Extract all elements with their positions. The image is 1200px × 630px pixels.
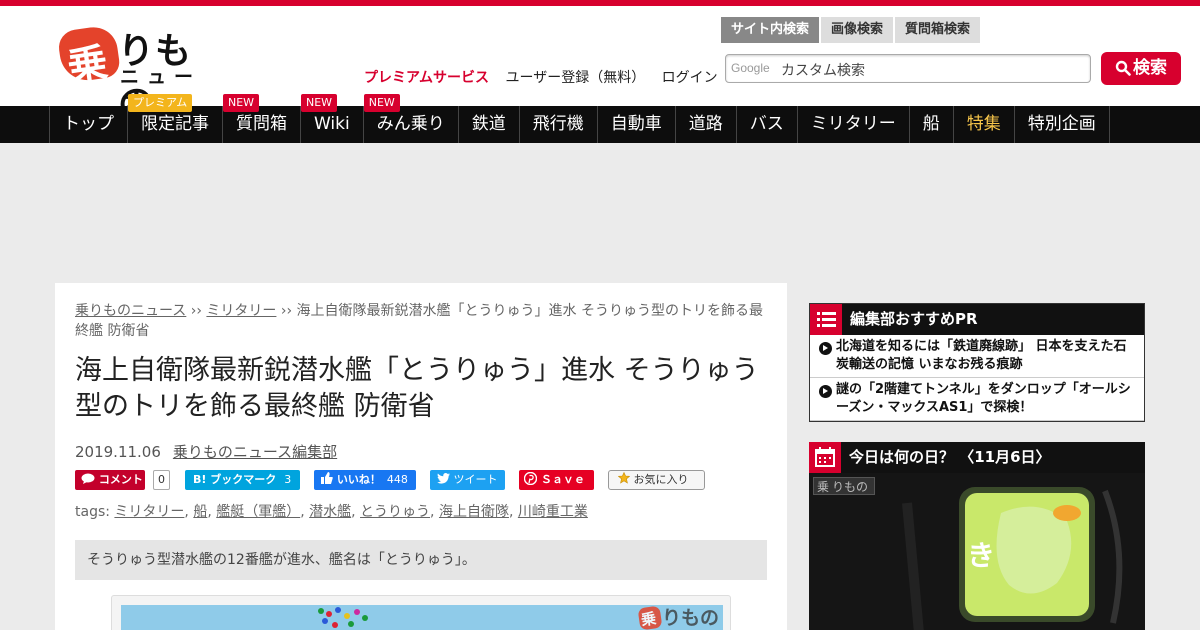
twitter-bird-icon: [437, 473, 450, 484]
header-links: プレミアムサービス ユーザー登録（無料） ログイン: [364, 67, 730, 87]
new-badge: NEW: [223, 94, 260, 112]
today-photo[interactable]: 乗りもの き: [809, 473, 1145, 630]
pinterest-icon: [523, 471, 538, 486]
search-button[interactable]: 検索: [1101, 52, 1181, 85]
nav-car[interactable]: 自動車: [598, 106, 676, 143]
nav-wiki[interactable]: NEW Wiki: [301, 94, 364, 143]
tweet-button[interactable]: ツイート: [430, 470, 505, 490]
site-header: 乗 りもの ニュース プレミアムサービス ユーザー登録（無料） ログイン サイト…: [0, 6, 1200, 124]
pr-heading: 編集部おすすめPR: [810, 304, 1144, 335]
breadcrumb-home[interactable]: 乗りものニュース: [75, 303, 186, 319]
tag-link[interactable]: 海上自衛隊: [439, 504, 509, 520]
new-badge: NEW: [301, 94, 338, 112]
train-headmark-illustration: き: [902, 487, 1123, 630]
tag-link[interactable]: 船: [193, 504, 207, 520]
tab-site-search[interactable]: サイト内検索: [721, 17, 820, 43]
favorite-button[interactable]: お気に入り: [608, 470, 705, 490]
nav-questions[interactable]: NEW 質問箱: [223, 94, 301, 143]
article-tags: tags: ミリタリー, 船, 艦艇（軍艦）, 潜水艦, とうりゅう, 海上自衛…: [75, 504, 588, 520]
premium-badge: プレミアム: [128, 94, 193, 112]
tag-link[interactable]: 潜水艦: [309, 504, 351, 520]
breadcrumb-military[interactable]: ミリタリー: [206, 303, 276, 319]
star-icon: [617, 471, 631, 484]
pinterest-save-button[interactable]: Ｓａｖｅ: [519, 470, 594, 490]
nav-road[interactable]: 道路: [676, 106, 737, 143]
nav-bus[interactable]: バス: [737, 106, 798, 143]
tag-link[interactable]: とうりゅう: [360, 504, 430, 520]
search-placeholder: カスタム検索: [781, 63, 865, 79]
tab-image-search[interactable]: 画像検索: [821, 17, 894, 43]
main-nav: トップ プレミアム 限定記事 NEW 質問箱 NEW Wiki NEW みん乗り 鉄道 …: [0, 94, 1200, 143]
nav-minnori[interactable]: NEW みん乗り: [363, 94, 459, 143]
article-date: 2019.11.06: [75, 443, 161, 461]
tab-question-search[interactable]: 質問箱検索: [895, 17, 981, 43]
arrow-right-icon: [819, 385, 832, 398]
new-badge: NEW: [363, 94, 400, 112]
pr-item[interactable]: 謎の「2階建てトンネル」をダンロップ「オールシーズン・マックスAS1」で探検！: [810, 378, 1144, 421]
pr-box: 編集部おすすめPR 北海道を知るには「鉄道廃線跡」 日本を支えた石炭輸送の記憶 …: [809, 303, 1145, 422]
search-tabs: サイト内検索 画像検索 質問箱検索: [721, 17, 982, 43]
today-box: 今日は何の日？ 〈11月6日〉 乗りもの き: [809, 442, 1145, 630]
calendar-icon: [809, 442, 841, 473]
register-link[interactable]: ユーザー登録（無料）: [505, 70, 645, 86]
pr-item[interactable]: 北海道を知るには「鉄道廃線跡」 日本を支えた石炭輸送の記憶 いまなお残る痕跡: [810, 335, 1144, 378]
article-lead: そうりゅう型潜水艦の12番艦が進水、艦名は「とうりゅう」。: [75, 540, 767, 580]
article-title: 海上自衛隊最新鋭潜水艦「とうりゅう」進水 そうりゅう型のトリを飾る最終艦 防衛省: [75, 355, 759, 422]
article-author[interactable]: 乗りものニュース編集部: [173, 443, 337, 461]
article-main: 乗りものニュース ›› ミリタリー ›› 海上自衛隊最新鋭潜水艦「とうりゅう」進…: [55, 283, 787, 630]
article-photo-frame: 乗 りもの: [111, 595, 731, 630]
tag-link[interactable]: 川崎重工業: [518, 504, 588, 520]
breadcrumb: 乗りものニュース ›› ミリタリー ›› 海上自衛隊最新鋭潜水艦「とうりゅう」進…: [75, 303, 763, 339]
nav-feature[interactable]: 特集: [954, 106, 1015, 143]
google-label: Google: [731, 61, 770, 75]
tag-link[interactable]: 艦艇（軍艦）: [216, 504, 300, 520]
today-heading: 今日は何の日？ 〈11月6日〉: [809, 442, 1145, 473]
nav-top[interactable]: トップ: [50, 106, 128, 143]
comment-icon: [81, 473, 95, 484]
nav-limited[interactable]: プレミアム 限定記事: [128, 94, 223, 143]
like-count: 448: [386, 473, 408, 486]
comment-count: 0: [153, 470, 170, 490]
nav-railway[interactable]: 鉄道: [459, 106, 520, 143]
login-link[interactable]: ログイン: [662, 70, 718, 86]
comment-button[interactable]: コメント: [75, 470, 145, 490]
bookmark-count: 3: [284, 473, 292, 486]
arrow-right-icon: [819, 342, 832, 355]
nav-ship[interactable]: 船: [910, 106, 954, 143]
balloons-decoration: [318, 607, 368, 628]
svg-text:き: き: [967, 539, 995, 572]
article-photo[interactable]: 乗 りもの: [121, 605, 723, 630]
watermark-text: りもの: [662, 607, 720, 629]
search-input[interactable]: Google カスタム検索: [725, 54, 1091, 83]
hatena-bookmark-button[interactable]: B! ブックマーク 3: [185, 470, 300, 490]
list-icon: [810, 304, 842, 335]
tag-link[interactable]: ミリタリー: [114, 504, 184, 520]
watermark-logo: 乗: [637, 605, 663, 630]
article-meta: 2019.11.06 乗りものニュース編集部: [75, 441, 337, 462]
logo-mark: 乗: [56, 24, 122, 91]
nav-military[interactable]: ミリタリー: [798, 106, 910, 143]
nav-airplane[interactable]: 飛行機: [520, 106, 598, 143]
nav-special[interactable]: 特別企画: [1015, 106, 1110, 143]
ad-space: [0, 143, 1200, 283]
site-logo[interactable]: 乗 りもの ニュース: [56, 24, 225, 124]
facebook-like-button[interactable]: いいね！ 448: [314, 470, 416, 490]
search-icon: [1115, 60, 1131, 76]
thumbs-up-icon: [321, 472, 333, 484]
premium-service-link[interactable]: プレミアムサービス: [364, 70, 489, 86]
